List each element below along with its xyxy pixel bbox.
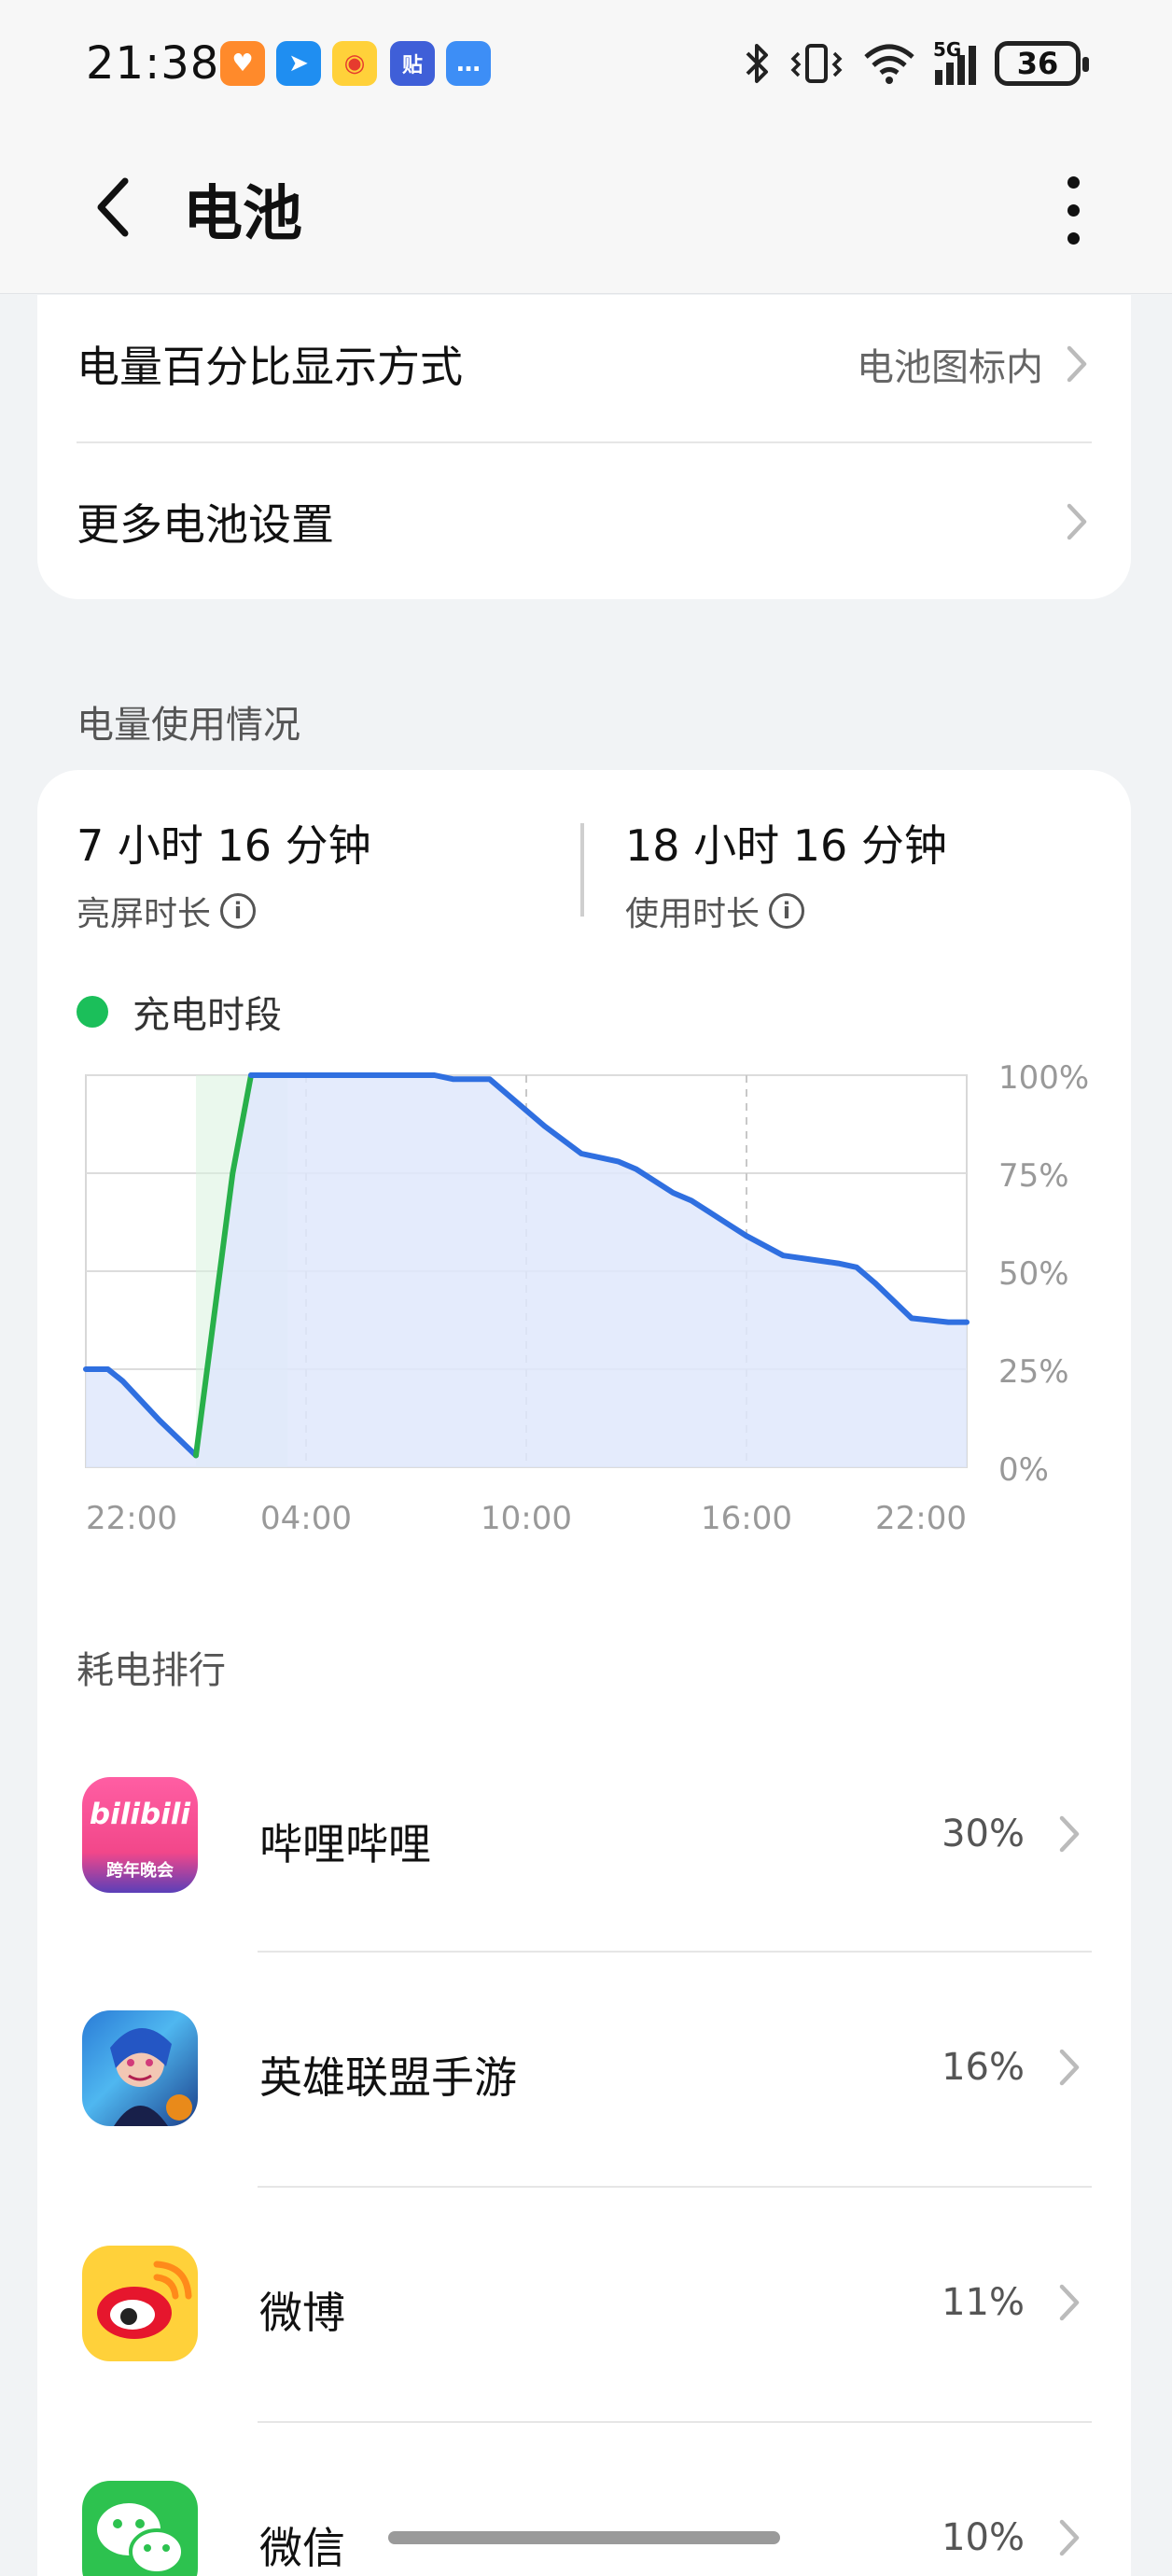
y-tick-label: 75% bbox=[998, 1157, 1069, 1195]
usage-time-label: 使用时长 i bbox=[625, 887, 805, 935]
charging-legend-label: 充电时段 bbox=[133, 994, 282, 1037]
screen-on-time: 7 小时 16 分钟 bbox=[77, 820, 371, 871]
ranking-section-title: 耗电排行 bbox=[77, 1649, 226, 1692]
app-name: 英雄联盟手游 bbox=[259, 2052, 517, 2103]
chevron-right-icon bbox=[1059, 2519, 1080, 2556]
wechat-icon bbox=[82, 2481, 198, 2576]
health-app-icon: ♥ bbox=[220, 41, 265, 86]
chevron-right-icon bbox=[1059, 2284, 1080, 2321]
battery-icon: 36 bbox=[995, 41, 1089, 86]
more-battery-settings-row[interactable]: 更多电池设置 bbox=[77, 489, 1092, 554]
lol-icon bbox=[82, 2010, 198, 2126]
y-tick-label: 0% bbox=[998, 1451, 1049, 1489]
divider bbox=[258, 1951, 1092, 1953]
network-type: 5G bbox=[933, 38, 962, 61]
cellular-signal: 5G bbox=[933, 38, 976, 85]
info-icon[interactable]: i bbox=[220, 893, 257, 929]
app-header: 电池 bbox=[0, 131, 1172, 294]
bluetooth-icon bbox=[746, 44, 768, 83]
x-tick-label: 04:00 bbox=[260, 1500, 352, 1537]
app-row-wechat[interactable]: 微信 10% bbox=[77, 2468, 1092, 2576]
weibo-icon bbox=[82, 2246, 198, 2361]
divider bbox=[258, 2421, 1092, 2423]
setting-value: 电池图标内 bbox=[857, 346, 1043, 389]
x-tick-label: 22:00 bbox=[86, 1500, 177, 1537]
divider bbox=[258, 2186, 1092, 2188]
navigation-app-icon: ➤ bbox=[276, 41, 321, 86]
message-notif-icon: … bbox=[446, 41, 491, 86]
app-name: 微博 bbox=[259, 2288, 345, 2338]
app-percent: 10% bbox=[942, 2516, 1025, 2559]
weibo-notif-icon: ◉ bbox=[332, 41, 377, 86]
x-tick-label: 16:00 bbox=[701, 1500, 792, 1537]
usage-time: 18 小时 16 分钟 bbox=[625, 820, 947, 871]
y-tick-label: 25% bbox=[998, 1353, 1069, 1391]
charging-legend-dot bbox=[77, 996, 108, 1028]
battery-level-chart[interactable]: 100% 75% 50% 25% 0% 22:00 04:00 10:00 16:00 22:00 bbox=[0, 1045, 1172, 1605]
chevron-right-icon bbox=[1059, 1815, 1080, 1853]
chevron-right-icon bbox=[1067, 503, 1087, 540]
app-row-lol[interactable]: 英雄联盟手游 16% bbox=[77, 1997, 1092, 2137]
more-options-icon[interactable] bbox=[1045, 168, 1101, 252]
page-title: 电池 bbox=[183, 180, 302, 249]
bilibili-icon: bilibili 跨年晚会 bbox=[82, 1777, 198, 1893]
status-time: 21:38 bbox=[86, 37, 220, 90]
battery-level: 36 bbox=[1016, 46, 1059, 81]
setting-label: 更多电池设置 bbox=[77, 499, 334, 550]
app-name: 微信 bbox=[259, 2523, 345, 2573]
back-arrow-icon[interactable] bbox=[82, 170, 149, 245]
app-row-weibo[interactable]: 微博 11% bbox=[77, 2233, 1092, 2373]
divider bbox=[77, 441, 1092, 443]
y-tick-label: 100% bbox=[998, 1059, 1089, 1097]
home-indicator[interactable] bbox=[388, 2531, 780, 2544]
app-row-bilibili[interactable]: bilibili 跨年晚会 哔哩哔哩 30% bbox=[77, 1764, 1092, 1904]
chevron-right-icon bbox=[1067, 345, 1087, 383]
vibrate-icon bbox=[790, 44, 843, 83]
charging-legend: 充电时段 bbox=[77, 985, 282, 1039]
x-tick-label: 22:00 bbox=[875, 1500, 967, 1537]
y-tick-label: 50% bbox=[998, 1255, 1069, 1293]
screen-on-label: 亮屏时长 i bbox=[77, 887, 257, 935]
chevron-right-icon bbox=[1059, 2049, 1080, 2086]
system-icons: 5G 36 bbox=[743, 37, 1089, 90]
app-name: 哔哩哔哩 bbox=[259, 1819, 431, 1869]
percentage-display-row[interactable]: 电量百分比显示方式 电池图标内 bbox=[77, 331, 1092, 397]
setting-label: 电量百分比显示方式 bbox=[77, 342, 463, 392]
app-percent: 16% bbox=[942, 2046, 1025, 2089]
stat-divider bbox=[580, 823, 584, 917]
usage-section-title: 电量使用情况 bbox=[77, 704, 300, 747]
app-percent: 30% bbox=[942, 1813, 1025, 1855]
x-tick-label: 10:00 bbox=[481, 1500, 572, 1537]
app-percent: 11% bbox=[942, 2281, 1025, 2324]
tieba-notif-icon: 贴 bbox=[390, 41, 435, 86]
info-icon[interactable]: i bbox=[769, 893, 805, 929]
status-bar: 21:38 ♥ ➤ ◉ 贴 … 5G 36 bbox=[0, 0, 1172, 131]
wifi-icon bbox=[864, 44, 914, 84]
